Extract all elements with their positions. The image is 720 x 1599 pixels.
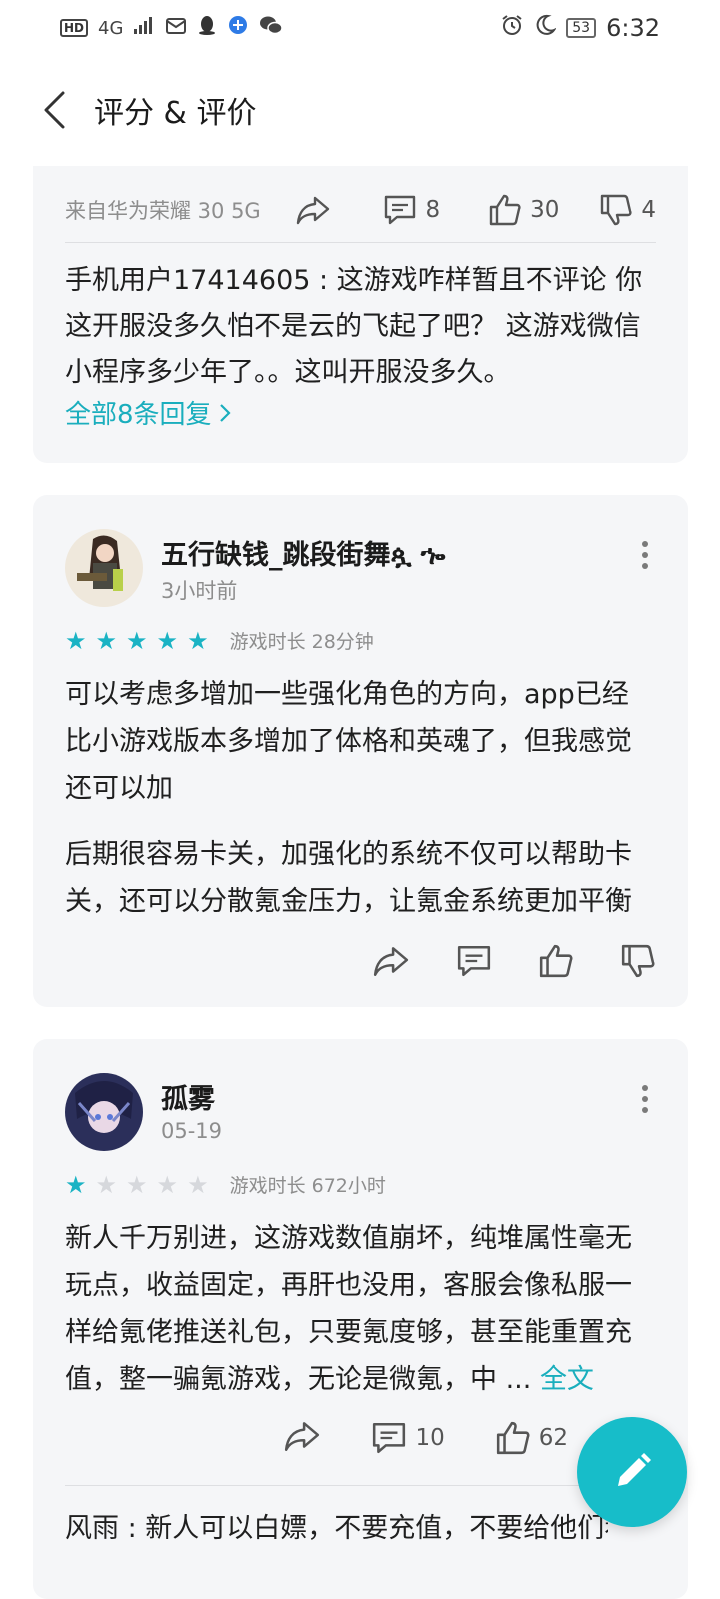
review-text: 新人千万别进，这游戏数值崩坏，纯堆属性毫无玩点，收益固定，再肝也没用，客服会像私… [65, 1215, 654, 1403]
wechat-icon [259, 14, 284, 42]
device-label: 来自华为荣耀 30 5G [65, 199, 261, 223]
username: 五行缺钱_跳段街舞ጷ ኈ [161, 540, 446, 571]
thumbs-up-icon [539, 944, 573, 978]
post-time: 3小时前 [161, 579, 238, 603]
post-time: 05-19 [161, 1119, 223, 1143]
write-review-button[interactable] [577, 1417, 687, 1527]
more-dot [642, 541, 648, 547]
mail-app-icon [165, 15, 187, 41]
browser-icon [227, 14, 249, 42]
like-button[interactable] [538, 943, 574, 983]
like-button[interactable]: 62 [495, 1420, 568, 1456]
star-icon: ★ [126, 626, 148, 655]
star-icon: ★ [156, 1170, 179, 1199]
reply-text: 手机用户17414605 : 这游戏咋样暂且不评论 你这开服没多久怕不是云的飞起… [65, 265, 643, 388]
like-count: 62 [538, 1425, 568, 1451]
reply-preview: 风雨 : 新人可以白嫖，不要充值，不要给他们看 [65, 1513, 608, 1544]
share-button[interactable] [295, 194, 331, 226]
review-meta-row: 来自华为荣耀 30 5G 8 30 4 [65, 180, 656, 240]
star-icon: ★ [187, 626, 209, 655]
playtime-label: 游戏时长 672小时 [229, 1175, 386, 1197]
avatar[interactable] [65, 1073, 143, 1151]
share-button[interactable] [372, 944, 410, 982]
moon-icon [534, 14, 558, 42]
hd-icon: HD [60, 19, 89, 37]
back-button[interactable] [14, 70, 94, 150]
page-header: 评分 & 评价 [0, 70, 720, 150]
more-dot [642, 1096, 648, 1102]
alarm-icon [500, 13, 524, 43]
dislike-button[interactable]: 4 [599, 193, 656, 227]
thumbs-down-icon [621, 944, 655, 978]
thumbs-down-icon [601, 194, 632, 226]
all-replies-label: 全部8条回复 [65, 400, 212, 430]
status-left-icons: HD 4G [60, 14, 284, 42]
chevron-left-icon [44, 91, 65, 129]
pencil-icon [618, 1453, 651, 1486]
more-dot [642, 1085, 648, 1091]
all-replies-link[interactable]: 全部8条回复 [65, 394, 232, 431]
star-icon: ★ [65, 626, 87, 655]
chevron-right-icon [219, 403, 231, 422]
comment-count: 10 [415, 1425, 445, 1451]
share-icon [373, 947, 409, 976]
signal-bars-icon [133, 15, 155, 41]
star-icon: ★ [65, 1170, 87, 1199]
full-text-link[interactable]: 全文 [540, 1364, 594, 1395]
more-dot [642, 552, 648, 558]
review-paragraph: 可以考虑多增加一些强化角色的方向，app已经比小游戏版本多增加了体格和英魂了，但… [65, 679, 632, 804]
thumbs-up-icon [496, 1421, 530, 1455]
more-options-button[interactable] [630, 1079, 660, 1119]
share-icon [297, 196, 330, 225]
rating-stars: ★ ★ ★ ★ ★ 游戏时长 28分钟 [65, 627, 374, 654]
page-title: 评分 & 评价 [94, 96, 257, 131]
share-icon [285, 1422, 320, 1451]
dislike-button[interactable] [620, 943, 656, 983]
share-button[interactable] [283, 1419, 321, 1457]
comment-button[interactable]: 8 [383, 194, 440, 226]
comment-button[interactable]: 10 [371, 1421, 445, 1455]
avatar[interactable] [65, 529, 143, 607]
dislike-count: 4 [641, 197, 656, 223]
review-paragraph: 后期很容易卡关，加强化的系统不仅可以帮助卡关，还可以分散氪金压力，让氪金系统更加… [65, 839, 632, 917]
review-actions: 10 62 [283, 1419, 568, 1457]
qq-icon [197, 14, 217, 42]
more-dot [642, 1107, 648, 1113]
like-count: 30 [530, 197, 560, 223]
comment-count: 8 [425, 197, 441, 223]
star-icon: ★ [95, 626, 118, 655]
review-card: 五行缺钱_跳段街舞ጷ ኈ 3小时前 ★ ★ ★ ★ ★ 游戏时长 28分钟 可以考虑多增加… [33, 495, 688, 1007]
divider [65, 242, 656, 243]
comment-icon [385, 195, 416, 225]
comment-icon [373, 1422, 406, 1454]
star-icon: ★ [187, 1170, 209, 1199]
thumbs-up-icon [489, 194, 521, 226]
playtime-label: 游戏时长 28分钟 [229, 631, 374, 653]
battery-level: 53 [566, 18, 597, 38]
more-options-button[interactable] [630, 535, 660, 575]
rating-stars: ★ ★ ★ ★ ★ 游戏时长 672小时 [65, 1171, 386, 1198]
star-icon: ★ [126, 1170, 148, 1199]
star-icon: ★ [95, 1170, 118, 1199]
divider [65, 1485, 656, 1486]
star-icon: ★ [156, 626, 179, 655]
status-right-icons: 53 6:32 [500, 13, 660, 43]
status-bar: HD 4G 53 6:32 [0, 0, 720, 56]
like-button[interactable]: 30 [488, 193, 559, 227]
comment-button[interactable] [456, 944, 492, 982]
more-dot [642, 563, 648, 569]
review-card: 孤雾 05-19 ★ ★ ★ ★ ★ 游戏时长 672小时 新人千万别进，这游戏数值崩坏，… [33, 1039, 688, 1599]
signal-4g-icon: 4G [98, 17, 124, 39]
review-actions [372, 943, 656, 983]
username: 孤雾 [161, 1084, 215, 1115]
status-time: 6:32 [606, 14, 660, 42]
review-card-partial: 来自华为荣耀 30 5G 8 30 4 手机用户17414605 : 这游戏咋样… [33, 166, 688, 463]
comment-icon [457, 945, 491, 977]
